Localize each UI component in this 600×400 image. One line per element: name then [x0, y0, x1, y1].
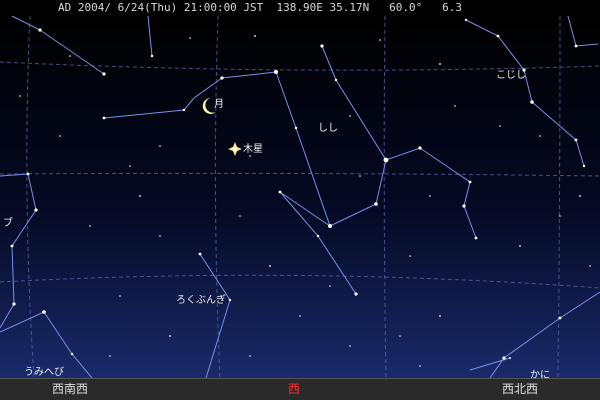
- planetarium-window: 97 AD 2004/ 6/24(Thu) 21:00:00 JST 138.9…: [0, 0, 600, 400]
- direction-left[interactable]: 西南西: [52, 379, 88, 399]
- direction-right[interactable]: 西北西: [502, 379, 538, 399]
- observation-info: AD 2004/ 6/24(Thu) 21:00:00 JST 138.90E …: [58, 1, 462, 14]
- ursa-minor-label: こじし: [496, 70, 526, 81]
- status-bar: 97 AD 2004/ 6/24(Thu) 21:00:00 JST 138.9…: [0, 0, 600, 46]
- app-logo-icon[interactable]: 97: [2, 2, 24, 46]
- jupiter-label: 木星: [243, 144, 263, 155]
- partial-constellation-label: ブ: [3, 218, 13, 229]
- sextans-label: ろくぶんぎ: [176, 295, 226, 306]
- direction-bar: 西南西 西 西北西: [0, 378, 600, 400]
- leo-label: しし: [318, 123, 338, 134]
- direction-center[interactable]: 西: [288, 379, 300, 399]
- moon-label: 月: [214, 99, 224, 110]
- hydra-label: うみへび: [24, 367, 64, 378]
